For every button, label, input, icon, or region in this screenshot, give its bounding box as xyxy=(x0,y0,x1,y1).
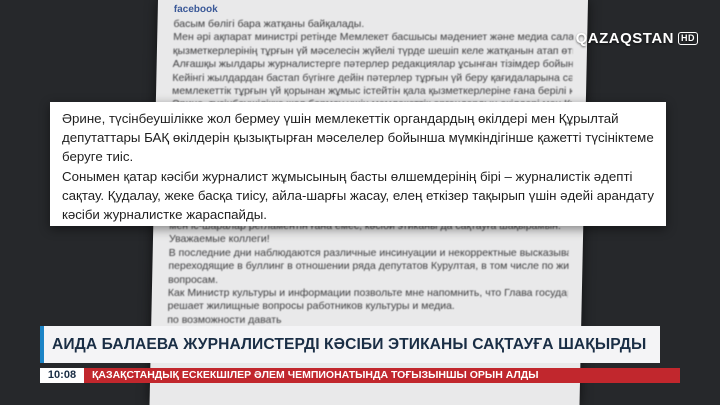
doc-line: вопросам. xyxy=(168,273,219,286)
doc-line: В последние дни наблюдаются различные ин… xyxy=(168,246,569,259)
doc-line: Мен әрі ақпарат министрі ретінде Мемлеке… xyxy=(173,31,574,44)
headline-accent xyxy=(40,326,44,363)
document-text-upper: басым бөлігі бара жатқаны байқалады. Мен… xyxy=(172,18,574,112)
doc-line: басым бөлігі бара жатқаны байқалады. xyxy=(173,18,365,30)
doc-line: Как Министр культуры и информации позвол… xyxy=(167,287,568,300)
document-text-lower: мен іс-шаралар регламентін ғана емес, кә… xyxy=(167,220,569,327)
quote-card: Әрине, түсінбеушілікке жол бермеу үшін м… xyxy=(50,102,666,226)
doc-line: решает жилищные вопросы работников культ… xyxy=(167,300,455,313)
channel-logo: QAZAQSTAN HD xyxy=(576,30,698,47)
doc-line: Алғашқы жылдары журналистерге пәтерлер р… xyxy=(172,58,573,71)
broadcast-clock: 10:08 xyxy=(40,368,84,383)
quote-paragraph-2: Сонымен қатар кәсіби журналист жұмысының… xyxy=(62,168,655,223)
doc-line: қызметкерлерінің тұрғын үй мәселесін жүй… xyxy=(172,44,574,57)
news-ticker-text: ҚАЗАҚСТАНДЫҚ ЕСКЕКШІЛЕР ӘЛЕМ ЧЕМПИОНАТЫН… xyxy=(92,369,539,381)
news-headline: АИДА БАЛАЕВА ЖУРНАЛИСТЕРДІ КӘСІБИ ЭТИКАН… xyxy=(52,336,647,353)
doc-line: переходящие в буллинг в отношении ряда д… xyxy=(168,260,569,273)
quote-paragraph-1: Әрине, түсінбеушілікке жол бермеу үшін м… xyxy=(62,111,654,165)
hd-badge: HD xyxy=(678,32,698,45)
doc-line: Кейінгі жылдардан бастап бүгінге дейін п… xyxy=(172,71,573,84)
facebook-logo: facebook xyxy=(173,4,218,15)
channel-name: QAZAQSTAN xyxy=(575,30,674,47)
doc-line: Уважаемые коллеги! xyxy=(168,233,270,246)
quote-text: Әрине, түсінбеушілікке жол бермеу үшін м… xyxy=(62,109,656,224)
doc-line: мемлекеттік тұрғын үй қорынан жұмыс істе… xyxy=(171,85,573,98)
